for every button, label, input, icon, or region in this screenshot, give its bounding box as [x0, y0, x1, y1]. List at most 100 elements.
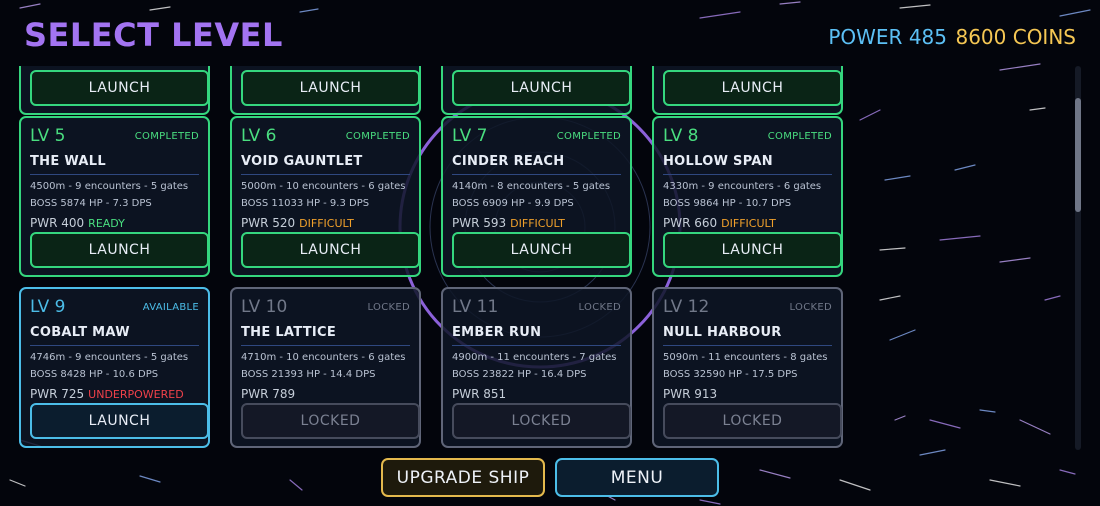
launch-button[interactable]: LAUNCH [30, 403, 209, 439]
level-name: HOLLOW SPAN [663, 154, 773, 169]
locked-button: LOCKED [452, 403, 631, 439]
level-number: LV 8 [663, 126, 699, 146]
power-requirement: PWR 593 DIFFICULT [452, 216, 565, 230]
divider [241, 174, 410, 175]
star-streak [9, 479, 26, 487]
launch-button[interactable]: LAUNCH [452, 232, 631, 268]
level-name: VOID GAUNTLET [241, 154, 363, 169]
level-card[interactable]: LAUNCH [441, 66, 632, 115]
level-number: LV 5 [30, 126, 66, 146]
level-list[interactable]: LAUNCH LAUNCH LAUNCH LAUNCH LV 5 COMPLETED THE… [0, 66, 1100, 450]
launch-button[interactable]: LAUNCH [30, 70, 209, 106]
star-streak [779, 1, 801, 5]
power-value: PWR 660 [663, 216, 718, 230]
readiness-tag: DIFFICULT [299, 217, 354, 230]
launch-button[interactable]: LAUNCH [452, 70, 631, 106]
status-badge: LOCKED [367, 302, 410, 313]
divider [241, 345, 410, 346]
level-card[interactable]: LV 12 LOCKED NULL HARBOUR 5090m - 11 encoun… [652, 287, 843, 448]
level-number: LV 10 [241, 297, 288, 317]
status-badge: AVAILABLE [142, 302, 199, 313]
launch-button[interactable]: LAUNCH [663, 232, 842, 268]
power-requirement: PWR 851 [452, 387, 506, 401]
power-requirement: PWR 520 DIFFICULT [241, 216, 354, 230]
star-streak [299, 8, 319, 13]
divider [30, 174, 199, 175]
star-streak [989, 479, 1021, 487]
level-number: LV 7 [452, 126, 488, 146]
power-value: PWR 913 [663, 387, 718, 401]
level-card[interactable]: LAUNCH [652, 66, 843, 115]
level-name: THE LATTICE [241, 325, 337, 340]
readiness-tag: DIFFICULT [510, 217, 565, 230]
power-value: PWR 400 [30, 216, 85, 230]
status-badge: COMPLETED [134, 131, 199, 142]
star-streak [699, 11, 741, 19]
power-requirement: PWR 913 [663, 387, 717, 401]
readiness-tag: DIFFICULT [721, 217, 776, 230]
boss-stats: BOSS 32590 HP - 17.5 DPS [663, 369, 798, 380]
star-streak [699, 499, 721, 505]
level-card[interactable]: LV 11 LOCKED EMBER RUN 4900m - 11 encounter… [441, 287, 632, 448]
divider [663, 345, 832, 346]
divider [452, 345, 621, 346]
power-value: PWR 851 [452, 387, 507, 401]
level-card[interactable]: LV 6 COMPLETED VOID GAUNTLET 5000m - 10 enc… [230, 116, 421, 277]
level-stats: 4140m - 8 encounters - 5 gates [452, 181, 611, 192]
star-streak [1059, 469, 1076, 475]
level-name: COBALT MAW [30, 325, 130, 340]
status-badge: COMPLETED [556, 131, 621, 142]
locked-button: LOCKED [663, 403, 842, 439]
readiness-tag: READY [88, 217, 125, 230]
locked-button: LOCKED [241, 403, 420, 439]
level-stats: 4330m - 9 encounters - 6 gates [663, 181, 822, 192]
level-card[interactable]: LAUNCH [19, 66, 210, 115]
boss-stats: BOSS 6909 HP - 9.9 DPS [452, 198, 574, 209]
level-name: NULL HARBOUR [663, 325, 782, 340]
launch-button[interactable]: LAUNCH [30, 232, 209, 268]
level-card[interactable]: LAUNCH [230, 66, 421, 115]
power-value: PWR 593 [452, 216, 507, 230]
boss-stats: BOSS 5874 HP - 7.3 DPS [30, 198, 152, 209]
power-value: PWR 725 [30, 387, 85, 401]
level-stats: 4500m - 9 encounters - 5 gates [30, 181, 189, 192]
level-card[interactable]: LV 9 AVAILABLE COBALT MAW 4746m - 9 encount… [19, 287, 210, 448]
level-card[interactable]: LV 5 COMPLETED THE WALL 4500m - 9 encounter… [19, 116, 210, 277]
power-value: PWR 789 [241, 387, 296, 401]
level-number: LV 11 [452, 297, 499, 317]
level-number: LV 9 [30, 297, 66, 317]
menu-button[interactable]: MENU [555, 458, 719, 497]
boss-stats: BOSS 21393 HP - 14.4 DPS [241, 369, 376, 380]
power-requirement: PWR 789 [241, 387, 295, 401]
boss-stats: BOSS 11033 HP - 9.3 DPS [241, 198, 370, 209]
star-streak [759, 469, 791, 479]
level-card[interactable]: LV 10 LOCKED THE LATTICE 4710m - 10 encount… [230, 287, 421, 448]
readiness-tag: UNDERPOWERED [88, 388, 184, 401]
divider [663, 174, 832, 175]
level-name: THE WALL [30, 154, 106, 169]
level-stats: 4746m - 9 encounters - 5 gates [30, 352, 189, 363]
level-grid: LAUNCH LAUNCH LAUNCH LAUNCH LV 5 COMPLETED THE… [0, 66, 870, 450]
level-stats: 4900m - 11 encounters - 7 gates [452, 352, 617, 363]
level-name: EMBER RUN [452, 325, 542, 340]
boss-stats: BOSS 8428 HP - 10.6 DPS [30, 369, 159, 380]
level-card[interactable]: LV 7 COMPLETED CINDER REACH 4140m - 8 encou… [441, 116, 632, 277]
upgrade-ship-button[interactable]: UPGRADE SHIP [381, 458, 545, 497]
level-stats: 4710m - 10 encounters - 6 gates [241, 352, 406, 363]
level-card[interactable]: LV 8 COMPLETED HOLLOW SPAN 4330m - 9 encoun… [652, 116, 843, 277]
launch-button[interactable]: LAUNCH [241, 232, 420, 268]
star-streak [289, 479, 303, 491]
star-streak [899, 4, 931, 9]
launch-button[interactable]: LAUNCH [663, 70, 842, 106]
status-badge: COMPLETED [345, 131, 410, 142]
star-streak [19, 3, 41, 9]
level-stats: 5000m - 10 encounters - 6 gates [241, 181, 406, 192]
scrollbar-thumb[interactable] [1075, 98, 1081, 212]
launch-button[interactable]: LAUNCH [241, 70, 420, 106]
level-number: LV 6 [241, 126, 277, 146]
star-streak [139, 475, 161, 483]
power-requirement: PWR 400 READY [30, 216, 125, 230]
boss-stats: BOSS 9864 HP - 10.7 DPS [663, 198, 792, 209]
boss-stats: BOSS 23822 HP - 16.4 DPS [452, 369, 587, 380]
level-name: CINDER REACH [452, 154, 565, 169]
